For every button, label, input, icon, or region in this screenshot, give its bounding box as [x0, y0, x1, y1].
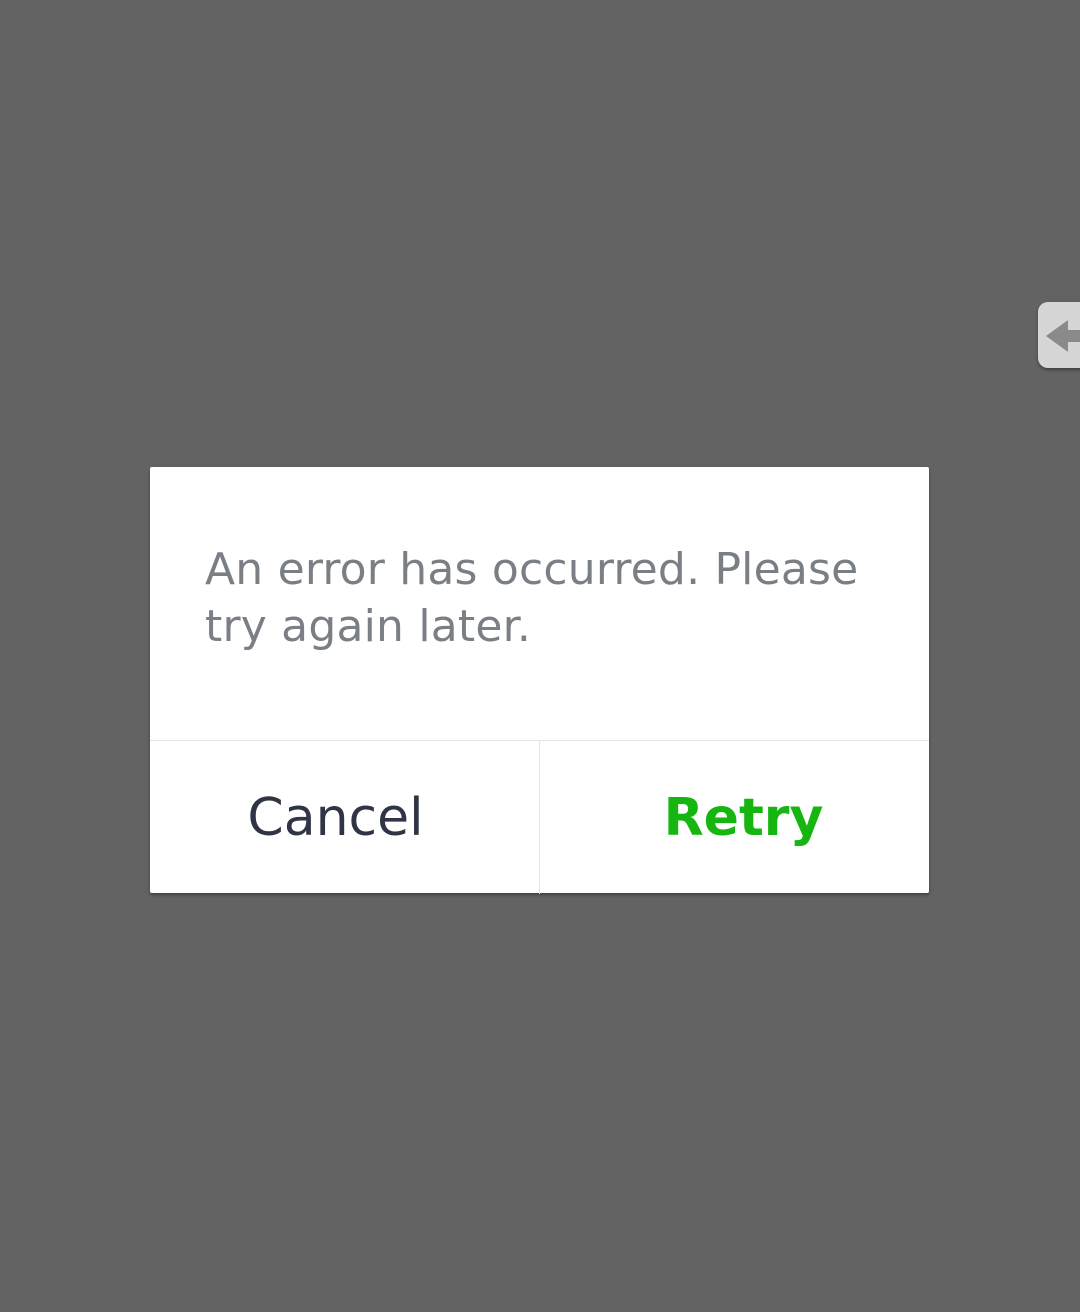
dialog-message: An error has occurred. Please try again … [205, 544, 859, 652]
arrow-left-icon [1046, 320, 1080, 352]
side-tab-handle[interactable] [1038, 302, 1080, 368]
retry-button[interactable]: Retry [540, 741, 929, 894]
dialog-button-row: Cancel Retry [150, 740, 929, 894]
cancel-button[interactable]: Cancel [150, 741, 540, 894]
error-dialog: An error has occurred. Please try again … [150, 467, 929, 894]
